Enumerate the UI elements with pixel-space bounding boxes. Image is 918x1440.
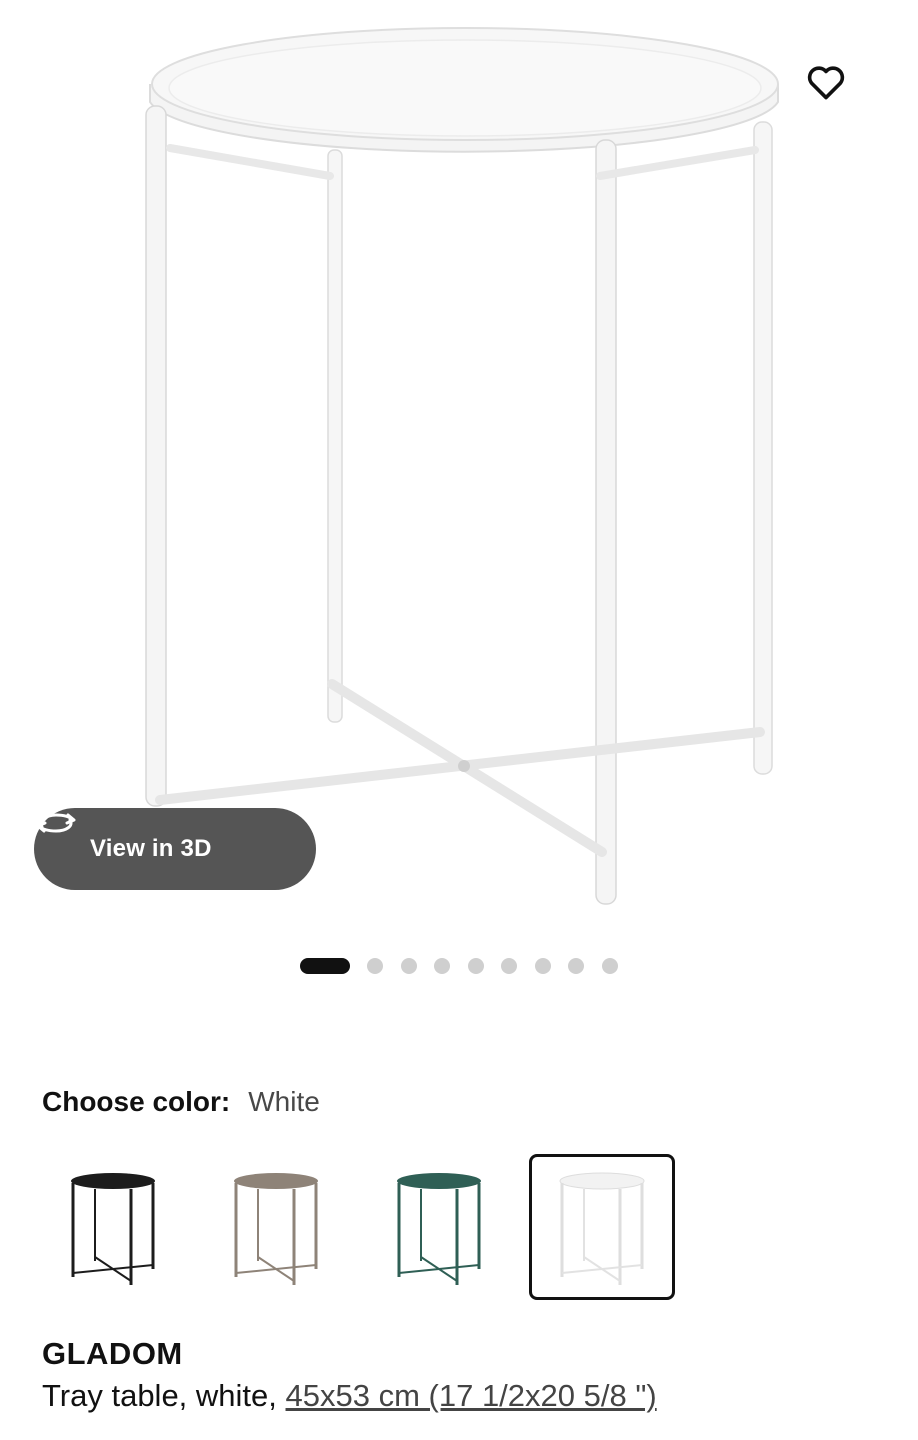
rotate-3d-icon — [36, 813, 76, 833]
size-link[interactable]: 45x53 cm (17 1/2x20 5/8 ") — [286, 1378, 657, 1413]
swatch-white[interactable] — [529, 1154, 675, 1300]
tray-table-image — [145, 27, 779, 905]
tray-table-thumbnail — [559, 1172, 645, 1285]
carousel-dot[interactable] — [501, 958, 517, 974]
swatch-beige[interactable] — [203, 1154, 349, 1300]
selected-color-value: White — [248, 1086, 320, 1117]
favorite-button[interactable] — [806, 64, 862, 120]
carousel-dot[interactable] — [300, 958, 350, 974]
carousel-dot[interactable] — [434, 958, 450, 974]
product-image[interactable]: View in 3D — [0, 0, 918, 930]
color-swatches — [40, 1154, 692, 1300]
carousel-indicator[interactable] — [300, 957, 635, 975]
product-name: GLADOM — [42, 1336, 183, 1371]
heart-outline-icon — [807, 66, 845, 100]
view-in-3d-label: View in 3D — [90, 835, 212, 862]
tray-table-thumbnail — [397, 1173, 481, 1285]
product-description-text: Tray table, white, — [42, 1378, 286, 1413]
swatch-black[interactable] — [40, 1154, 186, 1300]
product-description: Tray table, white, 45x53 cm (17 1/2x20 5… — [42, 1378, 657, 1414]
swatch-green[interactable] — [366, 1154, 512, 1300]
carousel-dot[interactable] — [534, 958, 551, 974]
choose-color-label: Choose color: — [42, 1086, 231, 1117]
carousel-dot[interactable] — [568, 958, 584, 974]
carousel-dot[interactable] — [400, 958, 417, 974]
view-in-3d-button[interactable]: View in 3D — [34, 808, 316, 890]
carousel-dot[interactable] — [601, 958, 618, 974]
tray-table-thumbnail — [71, 1173, 155, 1285]
carousel-dot[interactable] — [467, 958, 484, 974]
color-chooser: Choose color: White — [42, 1086, 320, 1118]
carousel-dot[interactable] — [367, 958, 383, 974]
tray-table-thumbnail — [234, 1173, 318, 1285]
